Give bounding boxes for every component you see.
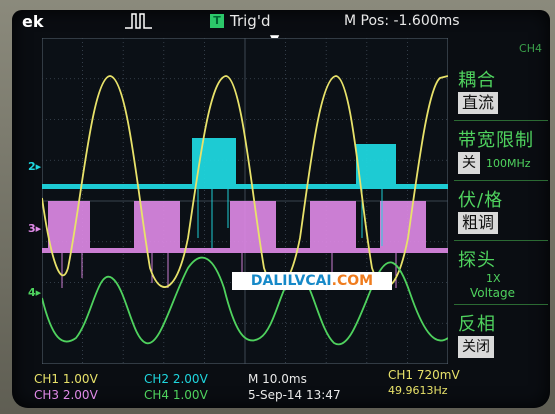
channel-menu: CH4 耦合 直流 带宽限制 关 100MHz 伏/格 粗调 探头 1X Vol… [452,38,550,368]
ch2-scale: CH2 2.00V [144,372,208,386]
coupling-title: 耦合 [458,70,496,91]
menu-header: CH4 [519,42,542,55]
menu-divider [454,304,548,305]
invert-title: 反相 [458,314,496,335]
ch4-marker-label: 4 [28,286,36,299]
ch3-ground-marker: 3▸ [28,222,42,235]
waveform-display [42,38,448,364]
oscilloscope-screen: ek T Trig'd M Pos: -1.600ms ▼ [12,10,550,408]
ch2-ground-marker: 2▸ [28,160,42,173]
ch4-ground-marker: 4▸ [28,286,42,299]
readout-bar: CH1 1.00V CH2 2.00V CH3 2.00V CH4 1.00V … [12,366,550,408]
ch1-scale: CH1 1.00V [34,372,98,386]
frequency-readout: 49.9613Hz [388,384,448,397]
trigger-readout: CH1 720mV [388,368,460,382]
volts-div-title: 伏/格 [458,190,504,211]
bandwidth-title: 带宽限制 [458,130,534,151]
probe-unit: Voltage [470,286,516,300]
horizontal-position: M Pos: -1.600ms [344,13,460,29]
acquisition-run-icon [125,13,152,29]
bandwidth-button[interactable]: 关 [458,152,480,174]
status-bar: ek T Trig'd M Pos: -1.600ms ▼ [12,10,550,46]
menu-divider [454,120,548,121]
trigger-state: Trig'd [230,12,271,30]
brand-logo: ek [22,12,44,31]
ch3-marker-label: 3 [28,222,36,235]
probe-attenuation[interactable]: 1X [486,272,501,285]
coupling-button[interactable]: 直流 [458,92,499,114]
menu-divider [454,180,548,181]
watermark: DALILVCAI.COM [232,272,392,290]
volts-div-button[interactable]: 粗调 [458,212,499,234]
ch4-scale: CH4 1.00V [144,388,208,402]
timebase: M 10.0ms [248,372,307,386]
ch2-marker-label: 2 [28,160,36,173]
menu-divider [454,240,548,241]
trigger-badge: T [210,14,224,28]
bandwidth-frequency: 100MHz [486,157,531,170]
watermark-suffix: .COM [331,273,374,289]
ch3-scale: CH3 2.00V [34,388,98,402]
date-time: 5-Sep-14 13:47 [248,388,341,402]
watermark-text: DALILVCAI [250,273,332,289]
probe-title: 探头 [458,250,496,271]
invert-button[interactable]: 关闭 [458,336,494,358]
